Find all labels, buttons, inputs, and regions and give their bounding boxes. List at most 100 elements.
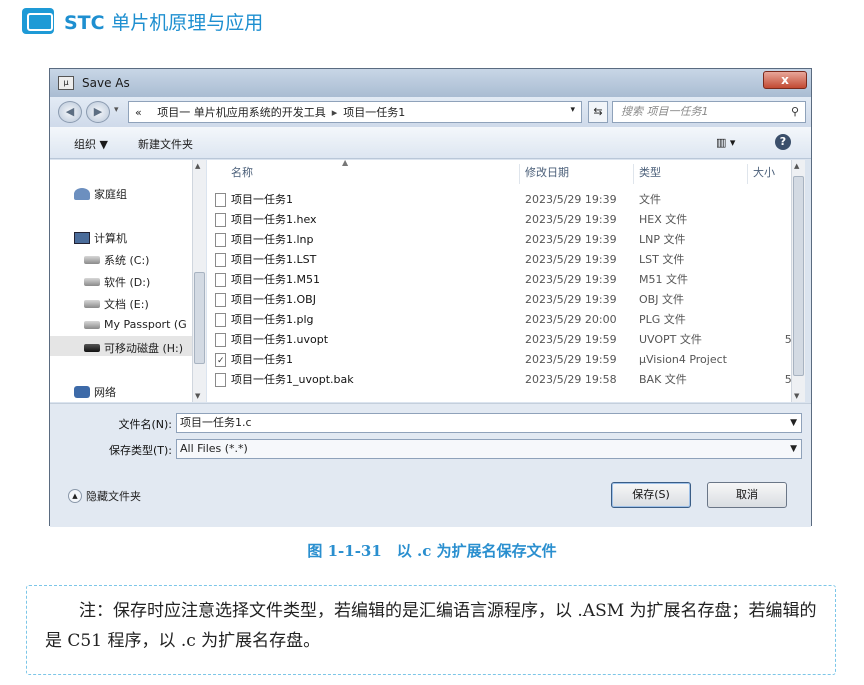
new-folder-button[interactable]: 新建文件夹 <box>138 136 193 152</box>
note-text: 注：保存时应注意选择文件类型，若编辑的是汇编语言源程序，以 .ASM 为扩展名存… <box>45 601 817 651</box>
file-type: BAK 文件 <box>639 373 687 386</box>
column-divider[interactable] <box>633 164 634 184</box>
filetype-label: 保存类型(T): <box>108 444 172 457</box>
search-placeholder: 搜索 项目一任务1 <box>621 105 709 118</box>
monitor-logo-icon <box>22 8 54 34</box>
drive-icon <box>84 256 100 264</box>
file-scroll-thumb[interactable] <box>793 176 804 376</box>
address-dropdown-icon[interactable]: ▾ <box>570 105 575 115</box>
filetype-dropdown-icon[interactable]: ▼ <box>790 440 797 458</box>
file-icon <box>215 213 226 227</box>
file-name: 项目一任务1.OBJ <box>231 293 316 306</box>
view-options-icon[interactable]: ▥ ▾ <box>716 136 735 149</box>
file-type: HEX 文件 <box>639 213 688 226</box>
nav-label-network: 网络 <box>94 386 116 399</box>
filename-value: 项目一任务1.c <box>180 416 252 429</box>
nav-label-drive-h: 可移动磁盘 (H:) <box>104 342 184 355</box>
file-date: 2023/5/29 19:39 <box>525 193 617 206</box>
file-row[interactable]: 项目一任务1.plg2023/5/29 20:00PLG 文件0 KB <box>207 310 803 330</box>
file-row[interactable]: 项目一任务1.M512023/5/29 19:39M51 文件4 KB <box>207 270 803 290</box>
file-icon <box>215 313 226 327</box>
nav-item-drive-c[interactable]: 系统 (C:) <box>84 252 149 268</box>
column-header-type[interactable]: 类型 <box>639 160 661 186</box>
column-header-name[interactable]: 名称 <box>231 160 253 186</box>
file-row[interactable]: 项目一任务1.uvopt2023/5/29 19:59UVOPT 文件55 KB <box>207 330 803 350</box>
file-date: 2023/5/29 19:39 <box>525 293 617 306</box>
column-divider[interactable] <box>747 164 748 184</box>
filename-dropdown-icon[interactable]: ▼ <box>790 414 797 432</box>
scroll-up-icon[interactable]: ▲ <box>195 162 200 170</box>
nav-item-drive-g[interactable]: My Passport (G <box>84 318 187 331</box>
refresh-button[interactable]: ⇆ <box>588 101 608 123</box>
file-icon <box>215 273 226 287</box>
nav-item-drive-h[interactable]: 可移动磁盘 (H:) <box>84 340 183 356</box>
nav-label-drive-c: 系统 (C:) <box>104 254 150 267</box>
file-type: 文件 <box>639 193 661 206</box>
navigation-pane: 家庭组 计算机 系统 (C:) 软件 (D:) 文档 (E:) My Passp… <box>50 160 206 402</box>
file-date: 2023/5/29 20:00 <box>525 313 617 326</box>
file-icon <box>215 193 226 207</box>
file-name: 项目一任务1 <box>231 193 293 206</box>
filename-input[interactable]: 项目一任务1.c ▼ <box>176 413 802 433</box>
book-title-cn: 单片机原理与应用 <box>111 11 264 34</box>
hide-folders-toggle[interactable]: ▲ 隐藏文件夹 <box>68 488 141 504</box>
column-header-size[interactable]: 大小 <box>753 160 775 186</box>
file-name: 项目一任务1.uvopt <box>231 333 329 346</box>
scroll-down-icon[interactable]: ▼ <box>794 392 799 400</box>
file-row[interactable]: 项目一任务1.OBJ2023/5/29 19:39OBJ 文件5 KB <box>207 290 803 310</box>
recent-pages-chevron-icon[interactable]: ▾ <box>114 105 119 115</box>
breadcrumb-item-current[interactable]: 项目一任务1 <box>343 104 405 120</box>
column-divider[interactable] <box>519 164 520 184</box>
filetype-select[interactable]: All Files (*.*) ▼ <box>176 439 802 459</box>
organize-menu[interactable]: 组织 ▼ <box>74 136 108 152</box>
breadcrumb-item-parent[interactable]: 项目一 单片机应用系统的开发工具 <box>157 104 326 120</box>
close-button[interactable]: x <box>763 71 807 89</box>
file-type: LST 文件 <box>639 253 685 266</box>
file-row[interactable]: 项目一任务1.lnp2023/5/29 19:39LNP 文件1 KB <box>207 230 803 250</box>
file-row[interactable]: 项目一任务12023/5/29 19:59µVision4 Project0 K… <box>207 350 803 371</box>
file-row[interactable]: 项目一任务1.LST2023/5/29 19:39LST 文件2 KB <box>207 250 803 270</box>
breadcrumb-overflow[interactable]: « <box>135 106 142 119</box>
search-icon[interactable]: ⚲ <box>791 102 799 122</box>
file-date: 2023/5/29 19:39 <box>525 273 617 286</box>
dialog-title: Save As <box>82 76 130 90</box>
drive-icon <box>84 278 100 286</box>
back-button[interactable]: ◀ <box>58 101 82 123</box>
nav-item-computer[interactable]: 计算机 <box>74 230 127 246</box>
help-icon[interactable]: ? <box>775 134 791 150</box>
nav-label-drive-e: 文档 (E:) <box>104 298 149 311</box>
file-date: 2023/5/29 19:39 <box>525 213 617 226</box>
save-button[interactable]: 保存(S) <box>611 482 691 508</box>
search-input[interactable]: 搜索 项目一任务1 ⚲ <box>612 101 806 123</box>
removable-drive-icon <box>84 344 100 352</box>
file-row[interactable]: 项目一任务12023/5/29 19:39文件5 KB <box>207 190 803 210</box>
file-list-scrollbar[interactable]: ▲ ▼ <box>791 160 805 402</box>
drive-icon <box>84 320 100 329</box>
column-header-date[interactable]: 修改日期 <box>525 160 569 186</box>
nav-item-homegroup[interactable]: 家庭组 <box>74 186 127 202</box>
nav-scroll-thumb[interactable] <box>194 272 205 364</box>
nav-item-drive-d[interactable]: 软件 (D:) <box>84 274 150 290</box>
file-type: µVision4 Project <box>639 353 727 366</box>
file-icon <box>215 333 226 347</box>
nav-item-drive-e[interactable]: 文档 (E:) <box>84 296 149 312</box>
dialog-titlebar[interactable]: µ Save As x <box>50 69 811 97</box>
scroll-up-icon[interactable]: ▲ <box>794 162 799 170</box>
nav-item-network[interactable]: 网络 <box>74 384 116 400</box>
filename-label: 文件名(N): <box>118 418 172 431</box>
file-row[interactable]: 项目一任务1.hex2023/5/29 19:39HEX 文件1 KB <box>207 210 803 230</box>
file-row[interactable]: 项目一任务1_uvopt.bak2023/5/29 19:58BAK 文件55 … <box>207 370 803 390</box>
scroll-down-icon[interactable]: ▼ <box>195 392 200 400</box>
file-date: 2023/5/29 19:39 <box>525 253 617 266</box>
cancel-button[interactable]: 取消 <box>707 482 787 508</box>
address-bar[interactable]: « 项目一 单片机应用系统的开发工具 ▸ 项目一任务1 ▾ <box>128 101 582 123</box>
forward-button[interactable]: ▶ <box>86 101 110 123</box>
drive-icon <box>84 300 100 308</box>
computer-icon <box>74 232 90 244</box>
note-box: 注：保存时应注意选择文件类型，若编辑的是汇编语言源程序，以 .ASM 为扩展名存… <box>26 585 836 675</box>
book-header: STC 单片机原理与应用 <box>22 6 263 36</box>
breadcrumb-arrow-icon[interactable]: ▸ <box>332 106 338 119</box>
file-date: 2023/5/29 19:59 <box>525 333 617 346</box>
file-icon <box>215 293 226 307</box>
nav-scrollbar[interactable]: ▲ ▼ <box>192 160 206 402</box>
